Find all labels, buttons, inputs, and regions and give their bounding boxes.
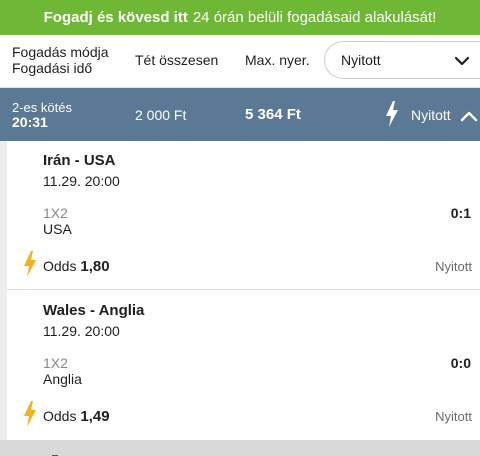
status-filter-dropdown[interactable]: Nyitott — [324, 41, 480, 79]
event-status: Nyitott — [435, 259, 472, 274]
bet-time-label: Fogadási idő — [12, 60, 93, 76]
event-card: Irán - USA 11.29. 20:00 1X2 USA 0:1 Odds… — [7, 141, 480, 290]
chevron-up-icon[interactable] — [460, 109, 478, 127]
bet-type-time-header: Fogadás módja Fogadási idő — [12, 44, 109, 76]
left-divider-strip — [0, 141, 7, 456]
odds-value: 1,49 — [80, 408, 110, 425]
bet-stake: 2 000 Ft — [135, 107, 187, 123]
event-teams: Irán - USA — [43, 152, 116, 169]
filter-bar: Fogadás módja Fogadási idő Tét összesen … — [0, 35, 480, 88]
stake-total-label: Tét összesen — [135, 52, 219, 68]
promo-banner[interactable]: Fogadj és kövesd itt 24 órán belüli foga… — [0, 0, 480, 35]
event-score: 0:0 — [450, 355, 471, 371]
max-win-label: Max. nyer. — [245, 52, 310, 68]
event-teams: Wales - Anglia — [43, 302, 145, 319]
status-filter-value: Nyitott — [341, 52, 381, 68]
bet-type-cell: 2-es kötés 20:31 — [12, 100, 72, 130]
chevron-down-icon — [454, 53, 470, 72]
odds-label: Odds — [43, 408, 77, 424]
event-pick: USA — [43, 221, 72, 237]
event-odds: Odds 1,49 — [43, 408, 110, 425]
lightning-bolt-icon — [22, 251, 38, 282]
bet-status: Nyitott — [411, 107, 451, 123]
lightning-bolt-icon — [22, 401, 38, 432]
odds-value: 1,80 — [80, 258, 110, 275]
bet-type-label: Fogadás módja — [12, 44, 109, 60]
bet-time: 20:31 — [12, 114, 48, 130]
banner-bold-text: Fogadj és kövesd itt — [43, 9, 188, 26]
event-score: 0:1 — [450, 205, 471, 221]
event-datetime: 11.29. 20:00 — [43, 323, 120, 339]
odds-label: Odds — [43, 258, 77, 274]
event-datetime: 11.29. 20:00 — [43, 173, 120, 189]
bet-summary-row[interactable]: 2-es kötés 20:31 2 000 Ft 5 364 Ft Nyito… — [0, 88, 480, 141]
event-odds: Odds 1,80 — [43, 258, 110, 275]
event-pick: Anglia — [43, 371, 82, 387]
event-market: 1X2 — [43, 205, 68, 221]
next-bet-partial-text — [12, 449, 72, 456]
bet-type: 2-es kötés — [12, 100, 72, 115]
event-card: Wales - Anglia 11.29. 20:00 1X2 Anglia 0… — [7, 291, 480, 440]
banner-text: 24 órán belüli fogadásaid alakulását! — [192, 9, 437, 26]
event-status: Nyitott — [435, 409, 472, 424]
bet-max-win: 5 364 Ft — [245, 106, 301, 123]
next-bet-row-partial[interactable] — [0, 440, 480, 456]
lightning-bolt-icon — [384, 101, 400, 132]
event-market: 1X2 — [43, 355, 68, 371]
